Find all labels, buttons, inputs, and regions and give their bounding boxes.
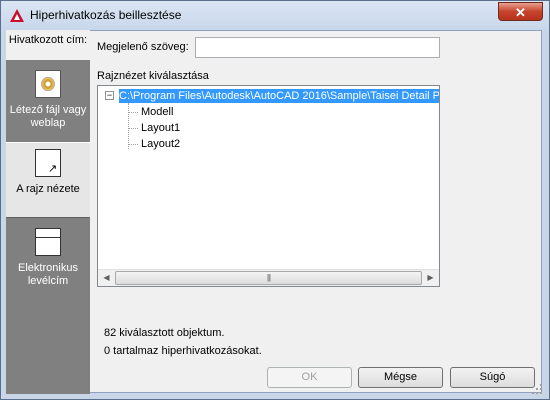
drawing-view-icon: ↗ bbox=[35, 149, 61, 177]
resize-grip-icon[interactable] bbox=[532, 384, 542, 394]
cancel-button[interactable]: Mégse bbox=[358, 367, 443, 388]
sidebar-heading: Hivatkozott cím: bbox=[8, 34, 88, 46]
tree-root-path[interactable]: C:\Program Files\Autodesk\AutoCAD 2016\S… bbox=[119, 89, 439, 103]
tree-collapse-toggle[interactable]: − bbox=[105, 91, 114, 100]
sidebar-item-email[interactable]: Elektronikus levélcím bbox=[6, 228, 90, 298]
hyperlink-count-text: 0 tartalmaz hiperhivatkozásokat. bbox=[104, 345, 262, 357]
ok-button[interactable]: OK bbox=[267, 367, 352, 388]
help-button[interactable]: Súgó bbox=[450, 367, 535, 388]
title-bar[interactable]: Hiperhivatkozás beillesztése ✕ bbox=[1, 1, 549, 31]
document-disc-icon bbox=[35, 70, 61, 98]
display-text-input[interactable] bbox=[195, 37, 440, 58]
autocad-logo-icon bbox=[10, 9, 24, 22]
display-text-label: Megjelenő szöveg: bbox=[97, 41, 189, 53]
tree-connector bbox=[128, 112, 138, 113]
view-select-label: Rajznézet kiválasztása bbox=[97, 70, 209, 82]
email-icon bbox=[35, 228, 61, 256]
tree-item-layout2[interactable]: Layout2 bbox=[141, 137, 180, 151]
tree-item-layout1[interactable]: Layout1 bbox=[141, 121, 180, 135]
sidebar-item-label: Létező fájl vagy weblap bbox=[9, 104, 87, 129]
tree-connector bbox=[128, 144, 138, 145]
sidebar-item-existing-file[interactable]: Létező fájl vagy weblap bbox=[6, 70, 90, 140]
link-type-panel: Létező fájl vagy weblap ↗ A rajz nézete … bbox=[6, 60, 90, 394]
sidebar-item-label: A rajz nézete bbox=[16, 183, 80, 195]
sidebar-item-drawing-view[interactable]: ↗ A rajz nézete bbox=[6, 142, 90, 218]
tree-connector bbox=[128, 103, 129, 149]
scroll-left-arrow-icon[interactable]: ◀ bbox=[98, 270, 115, 286]
tree-item-model[interactable]: Modell bbox=[141, 105, 173, 119]
window-title: Hiperhivatkozás beillesztése bbox=[30, 8, 182, 22]
drawing-view-tree[interactable]: − C:\Program Files\Autodesk\AutoCAD 2016… bbox=[97, 85, 440, 287]
scroll-thumb[interactable]: ||| bbox=[115, 271, 422, 285]
horizontal-scrollbar[interactable]: ◀ ||| ▶ bbox=[98, 269, 439, 286]
close-button[interactable]: ✕ bbox=[498, 2, 543, 21]
scroll-right-arrow-icon[interactable]: ▶ bbox=[422, 270, 439, 286]
selection-count-text: 82 kiválasztott objektum. bbox=[104, 327, 225, 339]
tree-connector bbox=[128, 128, 138, 129]
sidebar-item-label: Elektronikus levélcím bbox=[18, 262, 78, 287]
